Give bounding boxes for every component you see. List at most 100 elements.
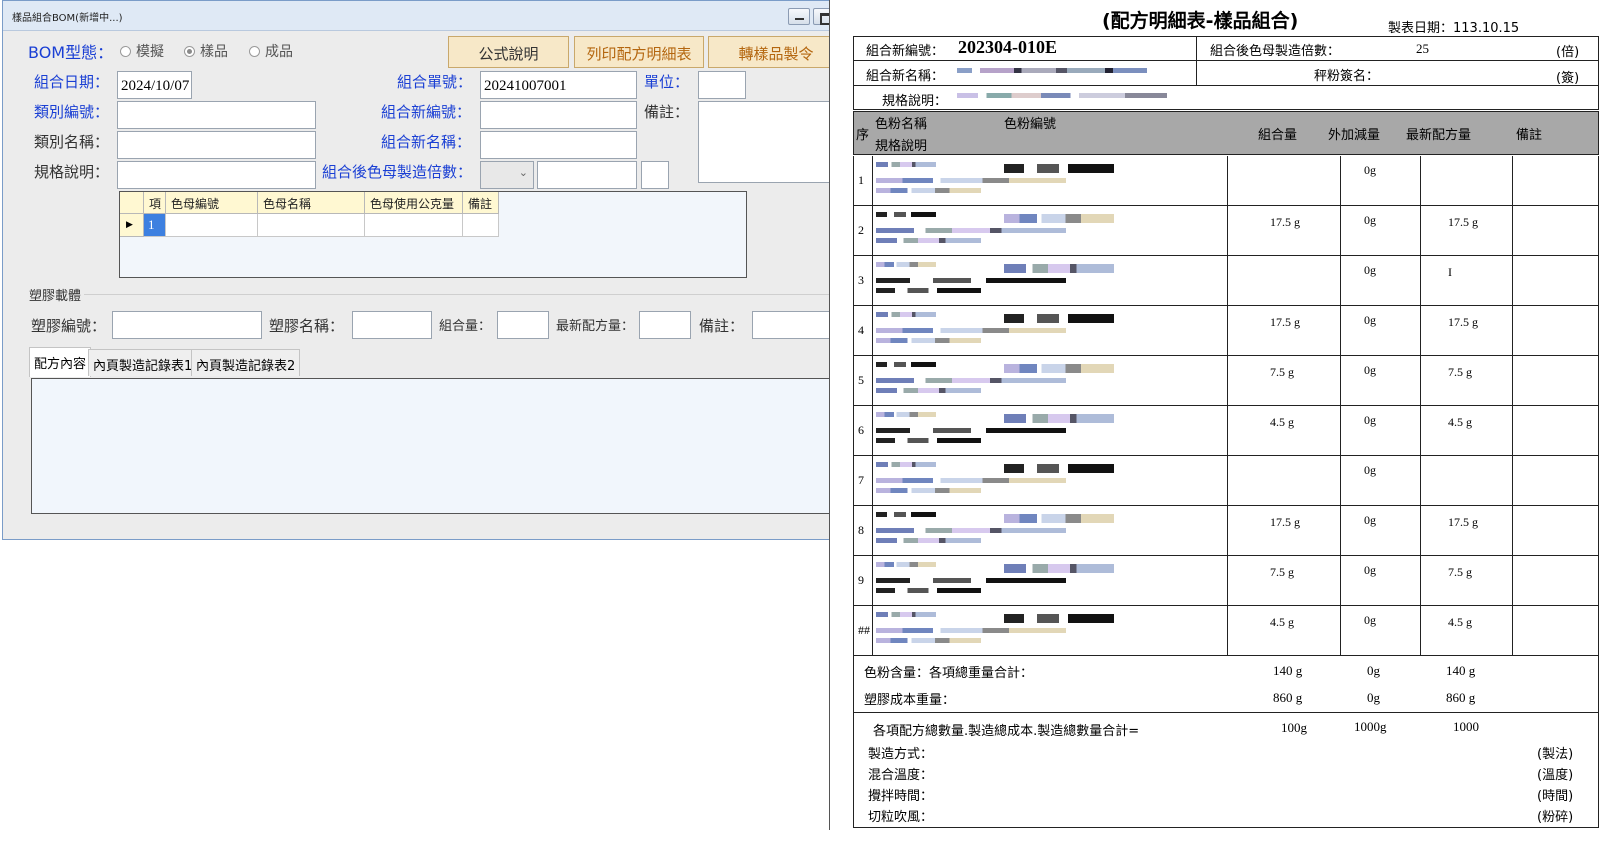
row-seq: 2 <box>858 223 864 237</box>
redacted-cell <box>876 278 1066 283</box>
date-field[interactable]: 2024/10/07 <box>117 71 192 99</box>
row-column-divider <box>1420 206 1421 256</box>
redacted-cell <box>876 588 981 593</box>
redacted-cell <box>876 628 1066 633</box>
header-seq: 序 <box>856 128 870 143</box>
redacted-cell <box>1004 164 1114 173</box>
grid-header-remark: 備註 <box>463 192 499 214</box>
report-row: 4 17.5 g 0g 17.5 g <box>853 306 1599 356</box>
redacted-cell <box>876 378 1066 383</box>
redacted-cell <box>876 562 936 567</box>
remark-field[interactable] <box>698 101 831 183</box>
redacted-cell <box>1004 514 1114 523</box>
report-row: ## 4.5 g 0g 4.5 g <box>853 606 1599 656</box>
redacted-cell <box>876 328 1066 333</box>
print-recipe-button[interactable]: 列印配方明細表 <box>574 36 704 68</box>
report-row: 7 0g <box>853 456 1599 506</box>
redacted-cell <box>876 528 1066 533</box>
category-name-field[interactable] <box>117 131 316 159</box>
window-title: 樣品組合BOM(新增中...) <box>12 13 123 24</box>
plastic-cost-combo: 860 g <box>1273 690 1303 705</box>
remark-label: 備註： <box>644 103 690 121</box>
row-combo: 17.5 g <box>1270 315 1300 329</box>
redacted-cell <box>1004 314 1114 323</box>
unit-field[interactable] <box>698 71 746 99</box>
redacted-cell <box>876 162 936 167</box>
grid-header-item: 項 <box>144 192 166 214</box>
row-combo: 17.5 g <box>1270 515 1300 529</box>
combo-qty-field[interactable] <box>497 311 549 339</box>
recipe-report: (配方明細表-樣品組合) 製表日期：113.10.15 組合新編號： 20230… <box>829 0 1600 830</box>
powder-total-combo: 140 g <box>1273 663 1303 678</box>
tab-record-1[interactable]: 內頁製造記錄表1 <box>88 349 198 376</box>
category-no-field[interactable] <box>117 101 316 129</box>
report-row: 6 4.5 g 0g 4.5 g <box>853 406 1599 456</box>
order-no-field[interactable]: 20241007001 <box>480 71 637 99</box>
header-remark: 備註 <box>1516 128 1543 143</box>
redacted-cell <box>1004 564 1114 573</box>
row-column-divider <box>872 356 873 406</box>
row-extra: 0g <box>1364 263 1376 277</box>
spec-field[interactable] <box>117 161 316 189</box>
minimize-button[interactable] <box>788 8 810 25</box>
row-column-divider <box>1420 156 1421 206</box>
row-latest: 17.5 g <box>1448 315 1478 329</box>
row-column-divider <box>1340 456 1341 506</box>
grid-cell-code[interactable] <box>166 214 258 237</box>
redacted-cell <box>1004 414 1114 423</box>
pigment-grid[interactable]: 項 色母編號 色母名稱 色母使用公克量 備註 ▶ 1 <box>119 191 747 278</box>
row-extra: 0g <box>1364 163 1376 177</box>
row-column-divider <box>1420 606 1421 656</box>
row-column-divider <box>872 456 873 506</box>
redacted-cell <box>1004 214 1114 223</box>
row-column-divider <box>1512 306 1513 356</box>
radio-simulate[interactable]: 模擬 <box>120 41 164 61</box>
powder-total-label: 色粉含量：各項總重量合計： <box>864 666 1034 681</box>
header-powder-name: 色粉名稱 <box>875 117 928 132</box>
row-extra: 0g <box>1364 213 1376 227</box>
row-column-divider <box>1340 256 1341 306</box>
grid-cell-name[interactable] <box>258 214 365 237</box>
plastic-remark-field[interactable] <box>752 311 832 339</box>
multiplier-field[interactable] <box>537 161 637 189</box>
plastic-code-field[interactable] <box>112 311 262 339</box>
multiplier-dropdown[interactable]: ⌄ <box>480 161 534 189</box>
row-combo: 7.5 g <box>1270 365 1294 379</box>
new-code-field[interactable] <box>480 101 637 129</box>
row-column-divider <box>1340 306 1341 356</box>
plastic-name-field[interactable] <box>352 311 432 339</box>
new-name-field[interactable] <box>480 131 637 159</box>
formula-help-button[interactable]: 公式說明 <box>448 36 569 68</box>
row-column-divider <box>1512 406 1513 456</box>
grid-cell-item[interactable]: 1 <box>144 214 166 237</box>
latest-qty-field[interactable] <box>639 311 691 339</box>
row-combo: 4.5 g <box>1270 415 1294 429</box>
report-table-header <box>853 111 1599 155</box>
row-extra: 0g <box>1364 363 1376 377</box>
radio-sample[interactable]: 樣品 <box>184 41 228 61</box>
row-column-divider <box>1420 456 1421 506</box>
redacted-cell <box>876 438 981 443</box>
redacted-cell <box>1004 264 1114 273</box>
tab-record-2[interactable]: 內頁製造記錄表2 <box>191 349 301 376</box>
tab-recipe-content[interactable]: 配方內容 <box>29 347 92 377</box>
row-column-divider <box>1340 356 1341 406</box>
radio-finished[interactable]: 成品 <box>249 41 293 61</box>
convert-sample-order-button[interactable]: 轉樣品製令 <box>708 36 844 68</box>
row-column-divider <box>1227 506 1228 556</box>
row-seq: 8 <box>858 523 864 537</box>
multiplier-extra-field[interactable] <box>641 161 669 189</box>
grid-cell-remark[interactable] <box>463 214 499 237</box>
row-column-divider <box>872 206 873 256</box>
grand-total-label: 各項配方總數量.製造總成本.製造總數量合計= <box>873 724 1140 739</box>
grid-cell-grams[interactable] <box>365 214 463 237</box>
redacted-cell <box>876 538 981 543</box>
row-latest: 4.5 g <box>1448 615 1472 629</box>
grid-header: 項 色母編號 色母名稱 色母使用公克量 備註 <box>120 192 499 214</box>
new-code-label: 組合新編號： <box>381 103 472 121</box>
row-column-divider <box>872 156 873 206</box>
header-latest: 最新配方量 <box>1406 128 1472 143</box>
row-column-divider <box>1227 206 1228 256</box>
table-row[interactable]: ▶ 1 <box>120 214 499 237</box>
plastic-cost-label: 塑膠成本重量： <box>864 693 956 708</box>
